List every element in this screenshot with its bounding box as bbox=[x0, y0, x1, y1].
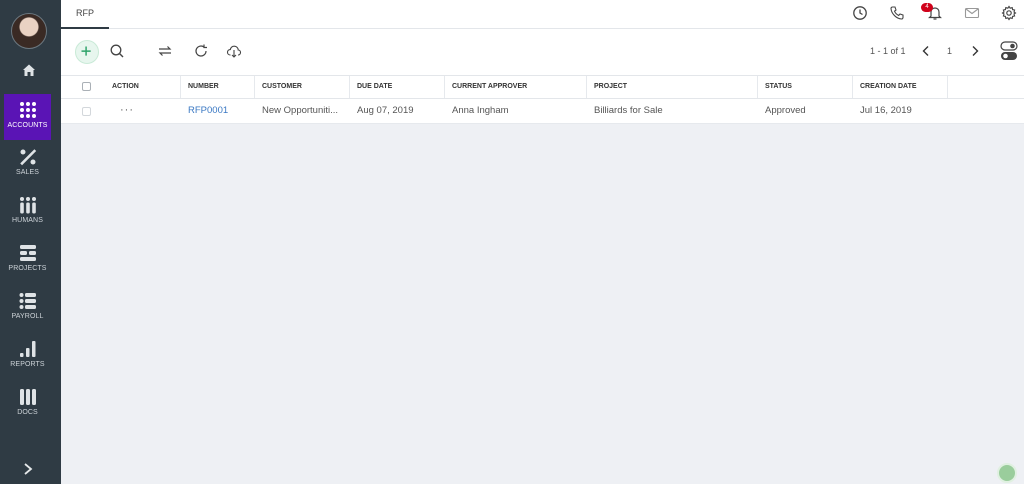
add-button[interactable] bbox=[75, 40, 99, 64]
sidebar-item-label: HUMANS bbox=[12, 217, 43, 224]
status-cell: Approved bbox=[765, 105, 806, 116]
clock-icon[interactable] bbox=[852, 5, 868, 21]
sidebar-item-payroll[interactable]: PAYROLL bbox=[4, 287, 51, 327]
sidebar-item-label: PAYROLL bbox=[11, 313, 44, 320]
plus-icon bbox=[81, 46, 91, 56]
approver-cell: Anna Ingham bbox=[452, 105, 509, 116]
sidebar-item-accounts[interactable]: ACCOUNTS bbox=[4, 94, 51, 140]
table-header: ACTION NUMBER CUSTOMER DUE DATE CURRENT … bbox=[61, 75, 1024, 99]
sidebar-item-humans[interactable]: HUMANS bbox=[4, 191, 51, 231]
table-row[interactable]: ··· RFP0001 New Opportuniti... Aug 07, 2… bbox=[61, 99, 1024, 124]
mail-icon[interactable] bbox=[964, 5, 980, 21]
column-header-project[interactable]: PROJECT bbox=[587, 76, 758, 98]
column-header-action[interactable]: ACTION bbox=[105, 76, 181, 98]
sidebar-item-label: REPORTS bbox=[10, 361, 45, 368]
chevron-right-icon[interactable] bbox=[967, 43, 983, 59]
notification-badge: 4 bbox=[921, 3, 933, 12]
refresh-icon[interactable] bbox=[193, 43, 209, 59]
list-icon bbox=[19, 293, 36, 309]
top-header: RFP 4 bbox=[61, 0, 1024, 29]
sidebar-item-reports[interactable]: REPORTS bbox=[4, 335, 51, 375]
sidebar-item-label: SALES bbox=[15, 169, 40, 176]
column-header-number[interactable]: NUMBER bbox=[181, 76, 255, 98]
pager-range: 1 - 1 of 1 bbox=[870, 46, 906, 56]
select-all-checkbox[interactable] bbox=[82, 82, 91, 91]
user-avatar[interactable] bbox=[11, 13, 47, 49]
customer-cell: New Opportuniti... bbox=[262, 105, 339, 116]
page-number: 1 bbox=[947, 46, 953, 56]
cloud-download-icon[interactable] bbox=[226, 43, 242, 59]
swap-icon[interactable] bbox=[157, 43, 173, 59]
sidebar: ACCOUNTS SALES HUMANS PROJECTS PAYROLL R… bbox=[0, 0, 61, 484]
column-header-due-date[interactable]: DUE DATE bbox=[350, 76, 445, 98]
percent-icon bbox=[19, 149, 36, 166]
people-icon bbox=[19, 197, 36, 214]
due-date-cell: Aug 07, 2019 bbox=[357, 105, 414, 116]
rfp-table: ACTION NUMBER CUSTOMER DUE DATE CURRENT … bbox=[61, 75, 1024, 124]
column-header-current-approver[interactable]: CURRENT APPROVER bbox=[445, 76, 587, 98]
grid-dots-icon bbox=[19, 102, 36, 118]
creation-date-cell: Jul 16, 2019 bbox=[860, 105, 912, 116]
row-actions-menu[interactable]: ··· bbox=[120, 99, 134, 121]
column-header-creation-date[interactable]: CREATION DATE bbox=[853, 76, 948, 98]
sidebar-item-label: ACCOUNTS bbox=[7, 122, 48, 129]
chevron-left-icon[interactable] bbox=[918, 43, 934, 59]
docs-icon bbox=[19, 389, 36, 405]
column-header-status[interactable]: STATUS bbox=[758, 76, 853, 98]
chat-bubble-icon[interactable] bbox=[997, 463, 1017, 483]
row-checkbox[interactable] bbox=[82, 107, 91, 116]
home-icon[interactable] bbox=[21, 62, 37, 78]
sidebar-item-label: PROJECTS bbox=[8, 265, 47, 272]
tab-rfp[interactable]: RFP bbox=[61, 0, 109, 29]
sidebar-item-projects[interactable]: PROJECTS bbox=[4, 239, 51, 279]
project-cell: Billiards for Sale bbox=[594, 105, 663, 116]
sidebar-item-sales[interactable]: SALES bbox=[4, 143, 51, 183]
search-icon[interactable] bbox=[109, 43, 125, 59]
rfp-number-link[interactable]: RFP0001 bbox=[181, 99, 255, 123]
gear-icon[interactable] bbox=[1001, 5, 1017, 21]
sidebar-item-docs[interactable]: DOCS bbox=[4, 383, 51, 423]
phone-icon[interactable] bbox=[889, 5, 905, 21]
toggle-view-icon[interactable] bbox=[1000, 41, 1018, 61]
column-header-customer[interactable]: CUSTOMER bbox=[255, 76, 350, 98]
chevron-right-icon[interactable] bbox=[21, 462, 35, 476]
projects-icon bbox=[19, 245, 36, 261]
sidebar-item-label: DOCS bbox=[17, 409, 38, 416]
toolbar: 1 - 1 of 1 1 bbox=[61, 29, 1024, 75]
bar-chart-icon bbox=[19, 341, 35, 357]
